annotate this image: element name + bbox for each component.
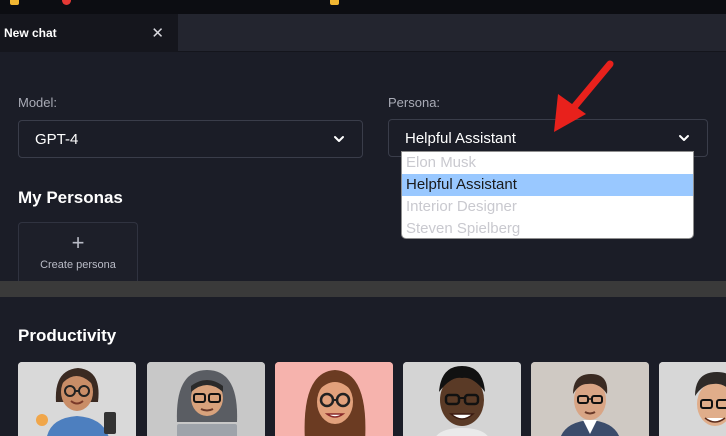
persona-card[interactable] bbox=[18, 362, 136, 436]
persona-option[interactable]: Interior Designer bbox=[402, 196, 693, 218]
model-select-value: GPT-4 bbox=[35, 130, 79, 148]
model-label: Model: bbox=[18, 95, 58, 110]
persona-select-value: Helpful Assistant bbox=[405, 129, 516, 147]
model-select[interactable]: GPT-4 bbox=[18, 120, 363, 158]
bookmark-icon bbox=[62, 0, 71, 5]
section-divider bbox=[0, 281, 726, 297]
persona-card[interactable] bbox=[659, 362, 726, 436]
persona-card[interactable] bbox=[403, 362, 521, 436]
tab-bar: New chat ✕ bbox=[0, 14, 726, 52]
persona-dropdown-list: Elon Musk Helpful Assistant Interior Des… bbox=[401, 151, 694, 239]
tab-new-chat[interactable]: New chat ✕ bbox=[0, 14, 178, 52]
chevron-down-icon bbox=[334, 136, 344, 142]
bookmark-icon bbox=[330, 0, 339, 5]
avatar-man-partial-icon bbox=[659, 362, 726, 436]
my-personas-heading: My Personas bbox=[18, 188, 123, 207]
create-persona-button[interactable]: + Create persona bbox=[18, 222, 138, 282]
bookmark-icon bbox=[10, 0, 19, 5]
avatar-man-dark-icon bbox=[403, 362, 521, 436]
persona-option[interactable]: Steven Spielberg bbox=[402, 218, 693, 238]
persona-card[interactable] bbox=[275, 362, 393, 436]
chevron-down-icon bbox=[679, 135, 689, 141]
persona-card[interactable] bbox=[531, 362, 649, 436]
persona-option[interactable]: Elon Musk bbox=[402, 152, 693, 174]
create-persona-label: Create persona bbox=[40, 259, 116, 271]
persona-card-row bbox=[18, 362, 726, 436]
red-arrow-annotation-icon bbox=[554, 60, 614, 132]
avatar-woman-glasses-icon bbox=[18, 362, 136, 436]
persona-option-selected[interactable]: Helpful Assistant bbox=[402, 174, 693, 196]
productivity-heading: Productivity bbox=[18, 326, 117, 345]
tab-title: New chat bbox=[4, 26, 57, 40]
avatar-hooded-laptop-icon bbox=[147, 362, 265, 436]
persona-card[interactable] bbox=[147, 362, 265, 436]
avatar-man-suit-icon bbox=[531, 362, 649, 436]
plus-icon: + bbox=[71, 230, 85, 255]
browser-top-strip bbox=[0, 0, 726, 14]
persona-label: Persona: bbox=[388, 95, 441, 110]
close-icon[interactable]: ✕ bbox=[151, 26, 164, 41]
avatar-woman-pink-icon bbox=[275, 362, 393, 436]
